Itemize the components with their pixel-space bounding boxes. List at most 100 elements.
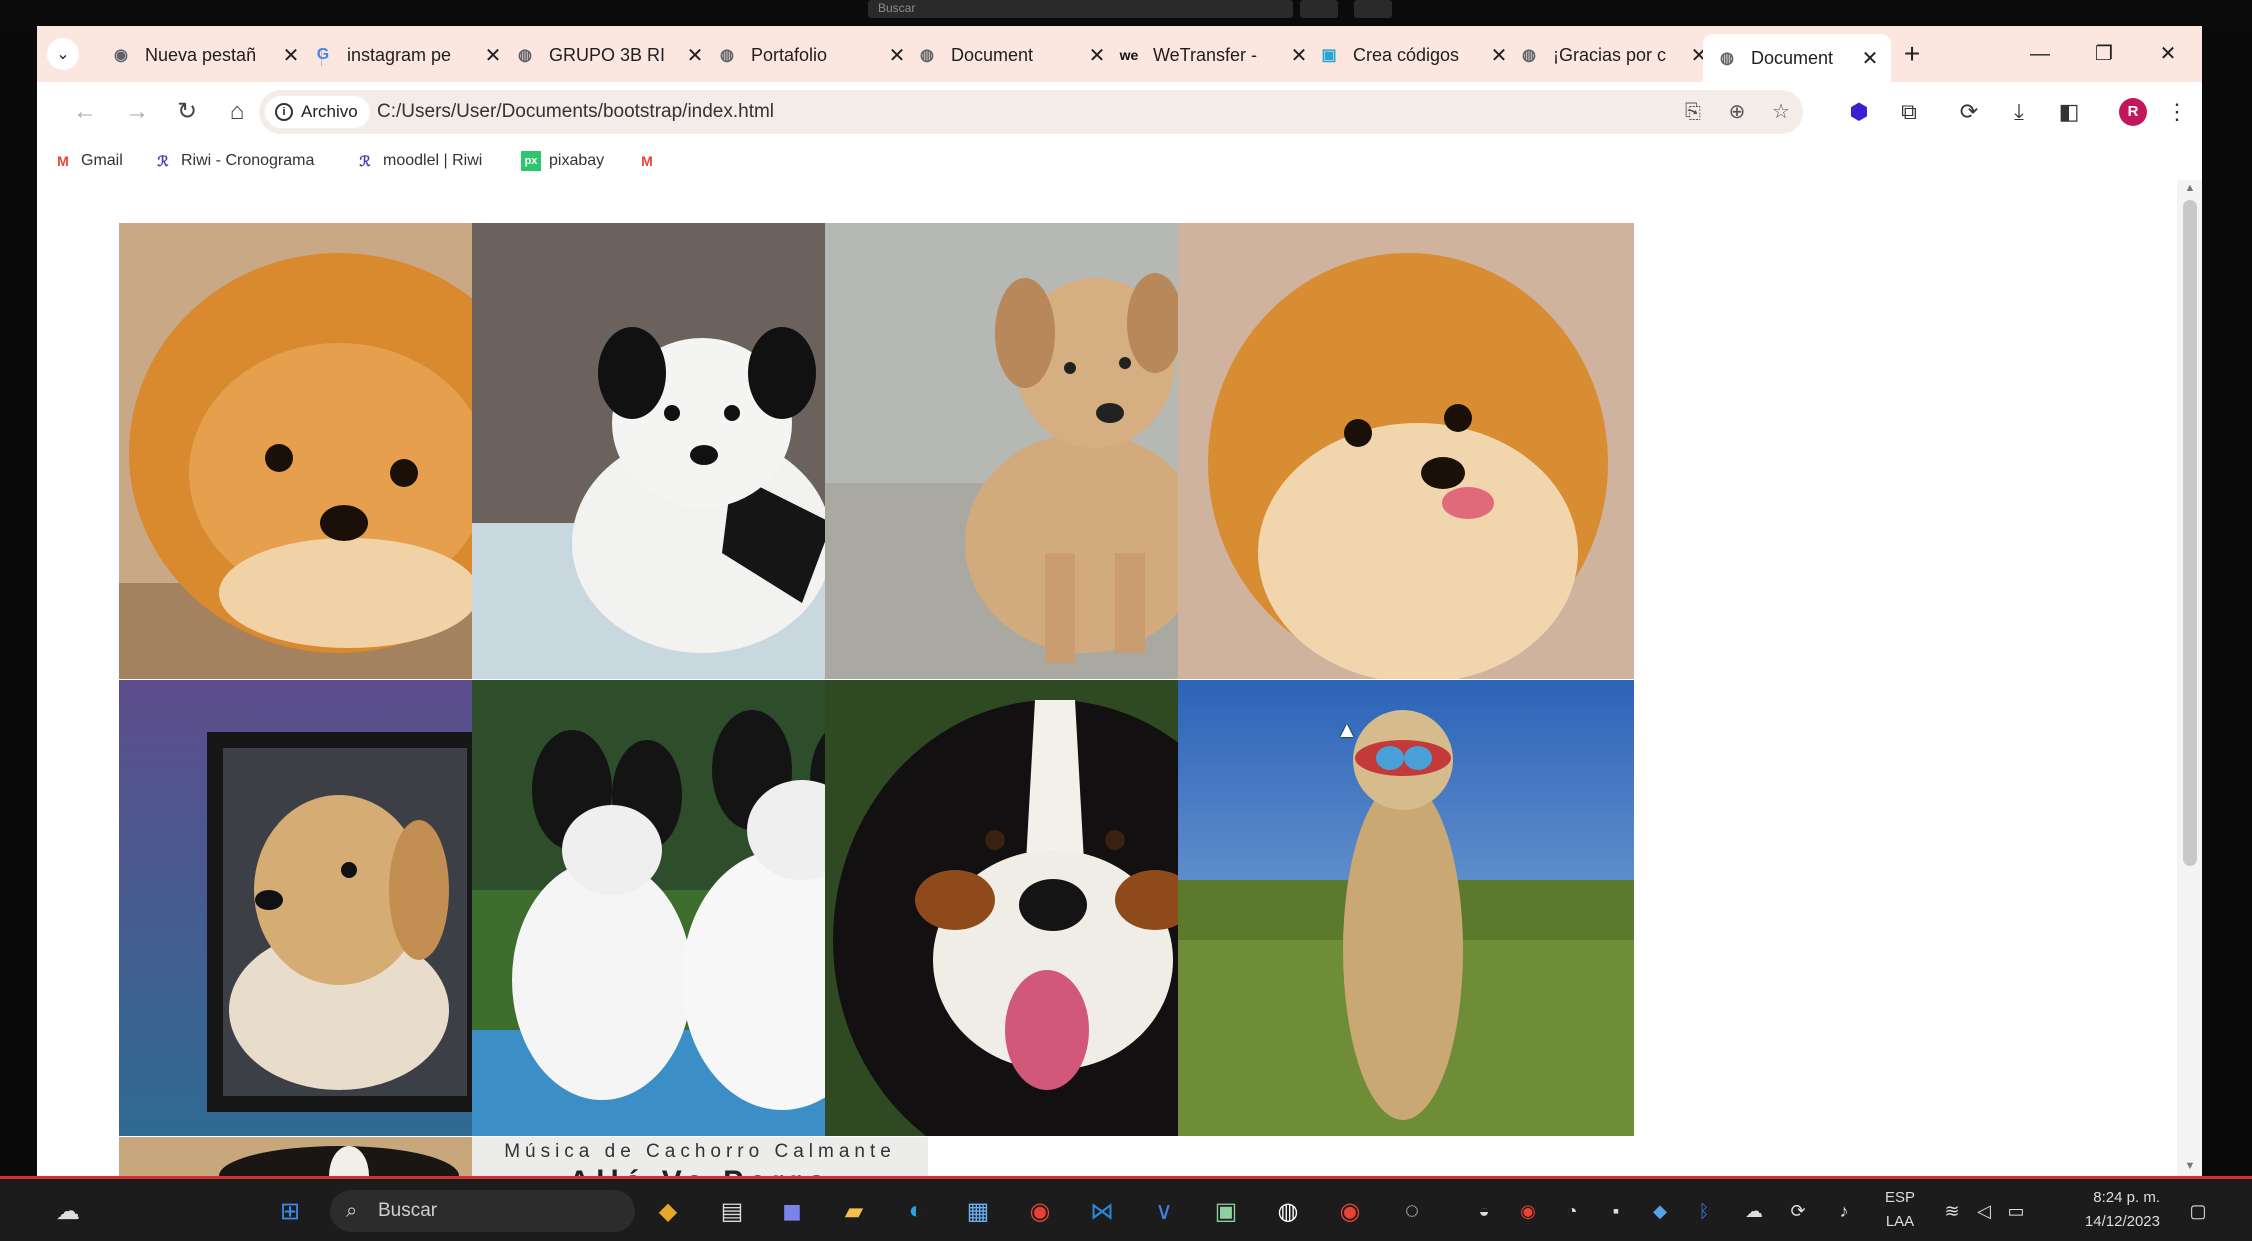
keyboard-layout[interactable]: LAA [1880,1213,1920,1230]
close-icon[interactable]: ✕ [1088,43,1106,68]
gmail-icon: M [57,153,69,169]
weather-icon[interactable]: ☁ [50,1193,86,1229]
tab-title: Nueva pestañ [145,44,257,65]
bookmark-gmail-2[interactable]: M [637,148,665,174]
close-icon[interactable]: ✕ [1861,46,1879,71]
performance-icon[interactable]: ⟳ [1953,96,1985,128]
search-icon[interactable] [1300,0,1338,18]
task-view-icon[interactable]: ▤ [714,1193,750,1229]
clock-date[interactable]: 14/12/2023 [2050,1213,2160,1230]
restore-button[interactable]: ❐ [2084,38,2124,70]
forward-button[interactable]: → [119,94,155,130]
reload-icon: ↻ [176,98,198,125]
scroll-up-icon[interactable]: ▲ [2181,182,2199,196]
tab[interactable]: ◍ Portafolio ✕ [703,36,918,74]
tab-title: WeTransfer - [1153,44,1258,65]
menu-kebab-icon[interactable]: ⋮ [2161,96,2193,128]
bookmark-riwi-cronograma[interactable]: ℛ Riwi - Cronograma [153,148,314,174]
taskbar-search[interactable]: ⌕ Buscar [330,1190,635,1232]
input-language[interactable]: ESP [1880,1189,1920,1206]
scroll-thumb[interactable] [2183,200,2197,866]
tab[interactable]: G instagram pe ✕ [299,36,514,74]
reload-button[interactable]: ↻ [169,94,205,130]
windows-taskbar: ☁ ⊞ ⌕ Buscar ◆ ▤ ◼ ▰ ◐ ▦ ◉ ⋈ ∨ ▣ ◍ ◉ ◌ ◒… [0,1176,2252,1241]
bookmark-label: pixabay [549,152,605,169]
wifi-icon[interactable]: ≋ [1934,1193,1970,1229]
tray-chrome-icon[interactable]: ◉ [1510,1193,1546,1229]
file-explorer-icon[interactable]: ▰ [836,1193,872,1229]
bluetooth-icon[interactable]: ᛒ [1686,1193,1722,1229]
vscode-icon[interactable]: ⋈ [1084,1193,1120,1229]
close-icon[interactable]: ✕ [282,43,300,68]
bookmark-gmail[interactable]: M Gmail [53,148,123,174]
tray-discord-icon[interactable]: ◒ [1466,1193,1502,1229]
tab-search-button[interactable]: ⌄ [47,38,79,70]
app-v-icon[interactable]: ∨ [1146,1193,1182,1229]
tab-active[interactable]: ◍ Document ✕ [1703,34,1891,82]
store-icon[interactable]: ▦ [960,1193,996,1229]
edge-icon[interactable]: ◐ [898,1193,934,1229]
scroll-down-icon[interactable]: ▼ [2181,1160,2199,1174]
tab-title: Portafolio [751,44,828,65]
side-panel-icon[interactable]: ◧ [2053,96,2085,128]
chrome-taskbar-icon[interactable]: ◉ [1022,1193,1058,1229]
address-bar[interactable]: i Archivo C:/Users/User/Documents/bootst… [259,90,1803,134]
tab[interactable]: ◍ ¡Gracias por c ✕ [1505,36,1720,74]
taskbar-search-label: Buscar [378,1200,438,1221]
new-tab-button[interactable]: + [1895,40,1929,70]
download-icon[interactable]: ⤓ [2003,96,2035,128]
minimize-button[interactable]: — [2020,38,2060,70]
tab[interactable]: ▣ Crea códigos ✕ [1305,36,1520,74]
tray-teams-icon[interactable]: ▪ [1598,1193,1634,1229]
close-window-button[interactable]: ✕ [2148,38,2188,70]
github-icon[interactable]: ◍ [1270,1193,1306,1229]
bookmark-pixabay[interactable]: px pixabay [521,148,604,174]
close-icon[interactable]: ✕ [686,43,704,68]
extensions-puzzle-icon[interactable]: ⧉ [1893,96,1925,128]
wetransfer-icon: we [1119,47,1139,63]
tray-app-icon[interactable]: ◔ [1554,1193,1590,1229]
app-badge-icon[interactable]: ◆ [650,1193,686,1229]
windows-activation-title: Activar Windows [1741,1090,1941,1120]
zoom-icon[interactable]: ⊕ [1723,98,1751,126]
bookmarks-bar: M Gmail ℛ Riwi - Cronograma ℛ moodlel | … [37,142,2202,180]
tab[interactable]: we WeTransfer - ✕ [1105,36,1320,74]
tab[interactable]: ◉ Nueva pestañ ✕ [97,36,312,74]
profile-avatar[interactable]: R [2119,98,2147,126]
obs-icon[interactable]: ◌ [1394,1193,1430,1229]
onedrive-icon[interactable]: ☁ [1736,1193,1772,1229]
notifications-icon[interactable]: ▢ [2180,1193,2216,1229]
tab-title: ¡Gracias por c [1553,44,1667,65]
teams-icon[interactable]: ◼ [774,1193,810,1229]
tab-strip: ⌄ ◉ Nueva pestañ ✕ G instagram pe ✕ ◍ GR… [37,26,2202,82]
tray-sync-icon[interactable]: ⟳ [1780,1193,1816,1229]
dog-photo-pomeranian-smiling [1178,223,1634,679]
close-icon[interactable]: ✕ [484,43,502,68]
url-text[interactable]: C:/Users/User/Documents/bootstrap/index.… [377,90,774,134]
extension-hexagon-icon[interactable]: ⬢ [1843,96,1875,128]
battery-icon[interactable]: ▭ [1998,1193,2034,1229]
start-windows-icon[interactable]: ⊞ [272,1193,308,1229]
microphone-icon[interactable] [1354,0,1392,18]
bookmark-star-icon[interactable]: ☆ [1767,98,1795,126]
globe-icon: ◍ [720,47,734,64]
globe-icon: ◍ [518,47,532,64]
tab-title: Document [951,44,1034,65]
back-button[interactable]: ← [67,94,103,130]
tab[interactable]: ◍ Document ✕ [903,36,1118,74]
vertical-scrollbar[interactable]: ▲ ▼ [2177,180,2202,1176]
translate-icon[interactable]: ⎘ [1679,98,1707,126]
top-search-box[interactable]: Buscar [868,0,1293,18]
microphone-icon[interactable]: ♪ [1826,1193,1862,1229]
bookmark-moodle[interactable]: ℛ moodlel | Riwi [355,148,482,174]
volume-icon[interactable]: ◁ [1966,1193,2002,1229]
site-info-chip[interactable]: i Archivo [265,96,370,128]
chrome-profile-icon[interactable]: ◉ [1332,1193,1368,1229]
qr-icon: ▣ [1321,47,1337,64]
home-button[interactable]: ⌂ [219,94,255,130]
clock-time[interactable]: 8:24 p. m. [2050,1189,2160,1206]
search-icon: ⌕ [346,1200,358,1222]
tab[interactable]: ◍ GRUPO 3B RI ✕ [501,36,716,74]
terminal-icon[interactable]: ▣ [1208,1193,1244,1229]
tray-security-icon[interactable]: ◆ [1642,1193,1678,1229]
